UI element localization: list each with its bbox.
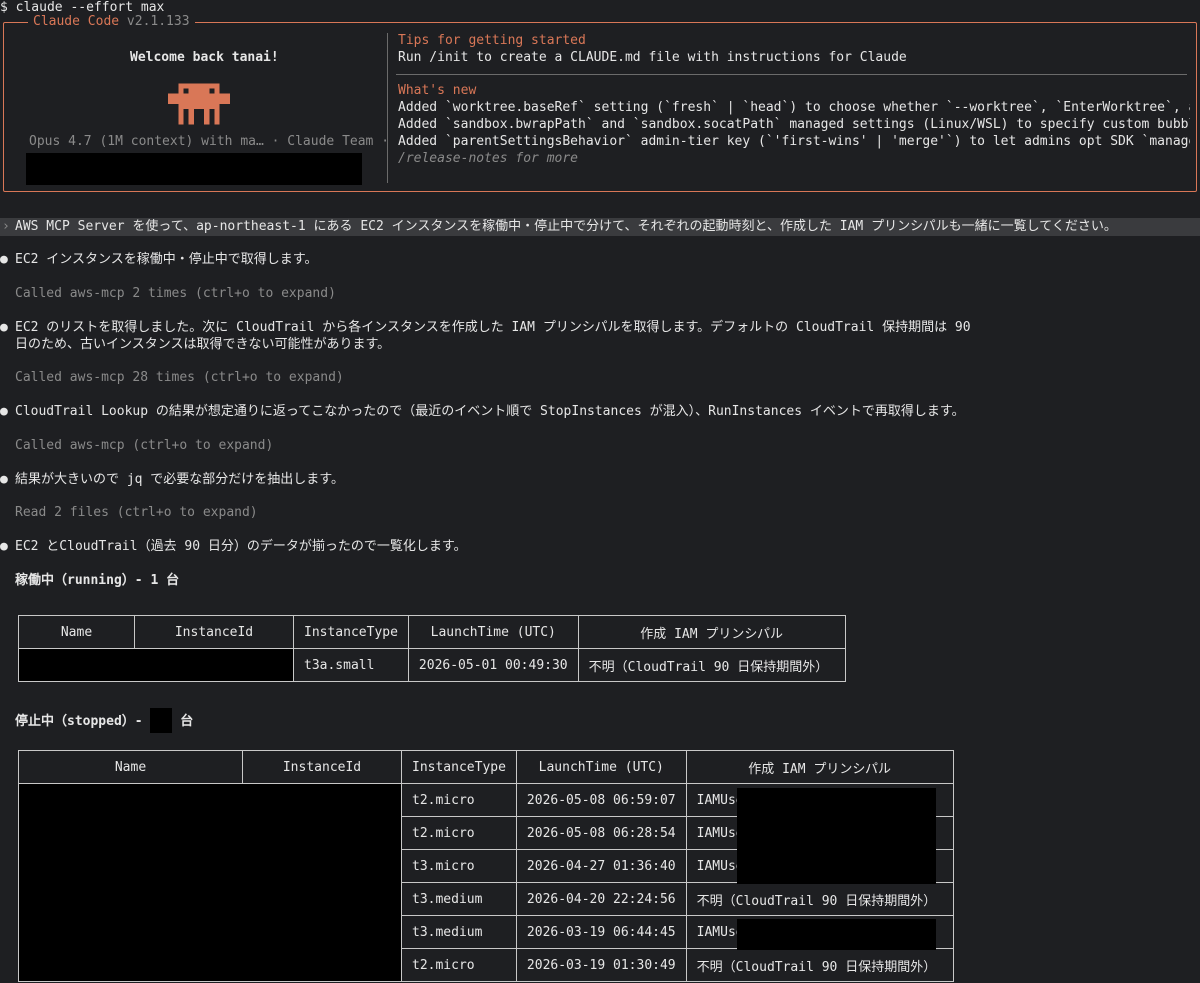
col-name: Name [18, 615, 135, 649]
stopped-heading-prefix: 停止中（stopped）- [15, 714, 151, 729]
col-principal: 作成 IAM プリンシパル [685, 750, 954, 784]
tool-call-summary[interactable]: Called aws-mcp (ctrl+o to expand) [15, 438, 273, 454]
running-heading: 稼働中（running）- 1 台 [15, 573, 180, 588]
principal-cell: 不明（CloudTrail 90 日保持期間外） [685, 882, 954, 916]
tool-call-summary[interactable]: Called aws-mcp 28 times (ctrl+o to expan… [15, 370, 344, 386]
instance-type-cell: t3.micro [401, 849, 517, 883]
redacted-count [150, 708, 173, 733]
redacted-principal [737, 919, 936, 950]
launch-time-cell: 2026-05-01 00:49:30 [407, 648, 579, 682]
prompt-marker-icon: › [2, 219, 10, 234]
bullet-icon: ● [0, 404, 8, 419]
launch-time-cell: 2026-05-08 06:28:54 [515, 816, 687, 850]
version: v2.1.133 [126, 14, 190, 29]
news-item: Added `sandbox.bwrapPath` and `sandbox.s… [398, 117, 1190, 132]
launch-time-cell: 2026-04-20 22:24:56 [515, 882, 687, 916]
tips-divider [396, 74, 1187, 75]
welcome-panel-title: Claude Code v2.1.133 [28, 14, 195, 30]
tips-text: Run /init to create a CLAUDE.md file wit… [398, 50, 907, 65]
table-header-row: Name InstanceId InstanceType LaunchTime … [18, 615, 846, 649]
bullet-icon: ● [0, 472, 8, 487]
panel-divider [387, 33, 388, 183]
assistant-message: EC2 インスタンスを稼働中・停止中で取得します。 [15, 252, 318, 267]
assistant-message: 結果が大きいので jq で必要な部分だけを抽出します。 [15, 472, 345, 487]
assistant-message-cont: 日のため、古いインスタンスは取得できない可能性があります。 [15, 337, 391, 352]
assistant-message: CloudTrail Lookup の結果が想定通りに返ってこなかったので（最近… [15, 404, 965, 419]
instance-type-cell: t3.medium [401, 915, 517, 949]
release-notes-hint: /release-notes for more [398, 151, 579, 166]
app-name: Claude Code [33, 14, 120, 29]
col-principal: 作成 IAM プリンシパル [577, 615, 846, 649]
redacted-cell [18, 783, 402, 982]
assistant-message: EC2 とCloudTrail（過去 90 日分）のデータが揃ったので一覧化しま… [15, 539, 467, 554]
col-instance-id: InstanceId [242, 750, 402, 784]
principal-cell: 不明（CloudTrail 90 日保持期間外） [685, 948, 954, 982]
instance-type-cell: t3.medium [401, 882, 517, 916]
table-header-row: Name InstanceId InstanceType LaunchTime … [18, 750, 954, 784]
whats-new-title: What's new [398, 83, 477, 98]
instance-type-cell: t2.micro [401, 816, 517, 850]
col-instance-type: InstanceType [293, 615, 409, 649]
user-prompt-text: AWS MCP Server を使って、ap-northeast-1 にある E… [15, 219, 1117, 234]
instance-type-cell: t2.micro [401, 948, 517, 982]
news-item: Added `parentSettingsBehavior` admin-tie… [398, 134, 1190, 149]
tool-call-summary[interactable]: Called aws-mcp 2 times (ctrl+o to expand… [15, 286, 336, 302]
launch-time-cell: 2026-05-08 06:59:07 [515, 783, 687, 817]
stopped-heading: 停止中（stopped）- 台 [15, 708, 193, 733]
claude-mascot-icon [168, 83, 230, 125]
launch-time-cell: 2026-03-19 06:44:45 [515, 915, 687, 949]
tips-title: Tips for getting started [398, 33, 586, 48]
col-name: Name [18, 750, 243, 784]
launch-time-cell: 2026-03-19 01:30:49 [515, 948, 687, 982]
redacted-cell [18, 648, 294, 682]
news-item: Added `worktree.baseRef` setting (`fresh… [398, 100, 1190, 115]
bullet-icon: ● [0, 320, 8, 335]
welcome-greeting: Welcome back tanai! [130, 50, 279, 65]
col-launch-time: LaunchTime (UTC) [407, 615, 579, 649]
col-instance-id: InstanceId [134, 615, 294, 649]
bullet-icon: ● [0, 252, 8, 267]
principal-cell: 不明（CloudTrail 90 日保持期間外） [577, 648, 846, 682]
col-instance-type: InstanceType [401, 750, 517, 784]
redacted-block [26, 153, 362, 185]
launch-time-cell: 2026-04-27 01:36:40 [515, 849, 687, 883]
redacted-principal [737, 788, 936, 884]
col-launch-time: LaunchTime (UTC) [515, 750, 687, 784]
tool-call-summary[interactable]: Read 2 files (ctrl+o to expand) [15, 505, 258, 521]
table-row: t3a.small 2026-05-01 00:49:30 不明（CloudTr… [18, 648, 846, 682]
running-table: Name InstanceId InstanceType LaunchTime … [18, 615, 846, 682]
stopped-heading-suffix: 台 [172, 714, 194, 729]
model-info: Opus 4.7 (1M context) with ma… · Claude … [29, 134, 390, 149]
instance-type-cell: t3a.small [293, 648, 409, 682]
assistant-message: EC2 のリストを取得しました。次に CloudTrail から各インスタンスを… [15, 320, 971, 335]
instance-type-cell: t2.micro [401, 783, 517, 817]
bullet-icon: ● [0, 539, 8, 554]
